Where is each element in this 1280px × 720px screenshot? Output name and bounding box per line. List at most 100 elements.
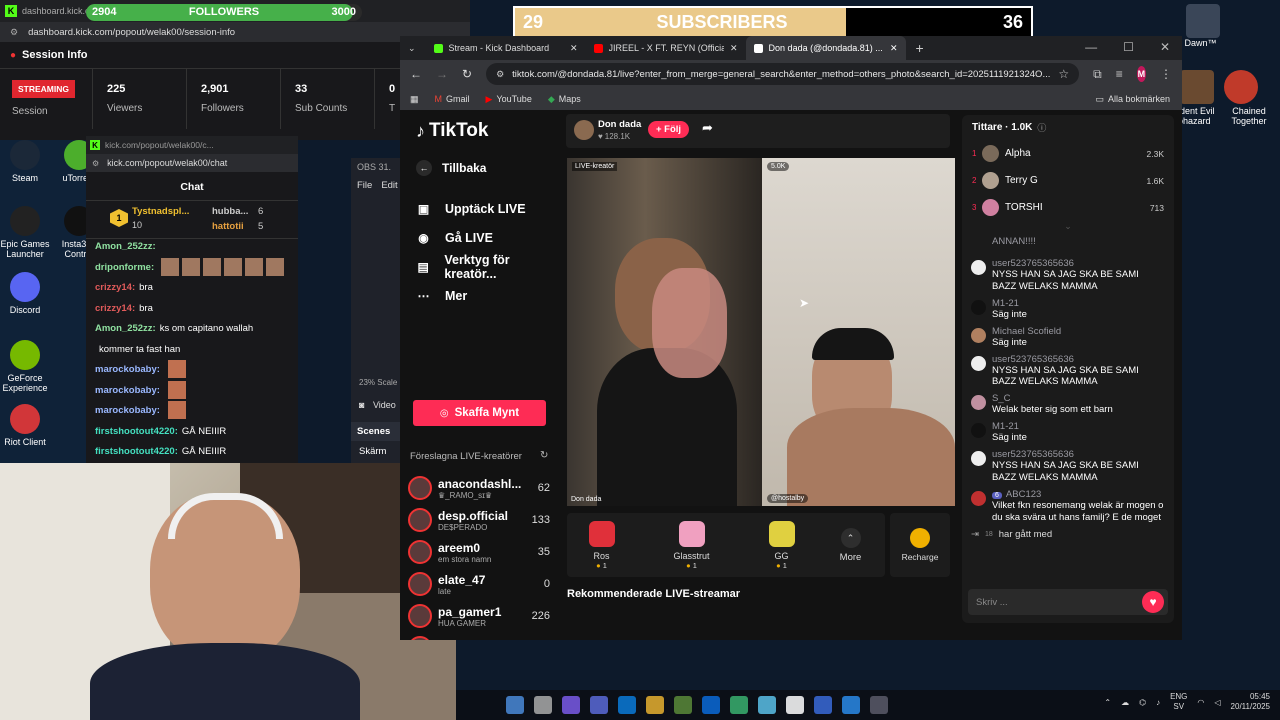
profile-avatar[interactable]: M: [1136, 66, 1146, 82]
commenter-avatar[interactable]: [971, 423, 986, 439]
back-icon[interactable]: ←: [410, 67, 422, 81]
taskbar-app-icon[interactable]: [870, 696, 888, 714]
comment-input[interactable]: Skriv ...: [976, 597, 1147, 608]
forward-icon[interactable]: →: [436, 67, 448, 81]
suggested-creator[interactable]: elate_47 late 0: [408, 568, 550, 600]
desktop-icon[interactable]: GeForce Experience: [0, 340, 58, 394]
gift-item[interactable]: Glasstrut ● 1: [662, 520, 722, 570]
chat-username[interactable]: marockobaby:: [95, 385, 160, 396]
gift-item[interactable]: GG ● 1: [752, 520, 812, 570]
chat-username[interactable]: firstshootout4220:: [95, 446, 178, 457]
recharge-button[interactable]: Recharge: [890, 513, 950, 577]
suggested-creator[interactable]: anacondashl... ♛_RAMO_sɪ♛ 62: [408, 472, 550, 504]
nav-item[interactable]: ▤ Verktyg för kreatör...: [416, 252, 560, 281]
browser-tab[interactable]: Stream - Kick Dashboard ✕: [426, 36, 586, 60]
chat-username[interactable]: driponforme:: [95, 262, 154, 273]
more-gifts-button[interactable]: ⌃ More: [821, 527, 881, 563]
commenter-name[interactable]: user523765365636: [992, 258, 1165, 269]
commenter-avatar[interactable]: [971, 260, 986, 275]
game-icon[interactable]: [1224, 70, 1258, 104]
chat-username[interactable]: crizzy14:: [95, 282, 135, 293]
commenter-avatar[interactable]: [971, 490, 986, 506]
suggested-creator[interactable]: areem0 em stora namn 35: [408, 536, 550, 568]
game-icon[interactable]: [1180, 70, 1214, 104]
media-icon[interactable]: ≡: [1116, 67, 1123, 81]
cloud-icon[interactable]: ☁: [1121, 698, 1129, 707]
obs-video[interactable]: Video: [373, 400, 396, 410]
commenter-avatar[interactable]: [971, 395, 986, 411]
get-coins-button[interactable]: ◎ Skaffa Mynt: [413, 400, 546, 426]
commenter-name[interactable]: M1-21: [992, 298, 1165, 309]
commenter-avatar[interactable]: [971, 299, 986, 315]
live-video[interactable]: LIVE-kreatör 5.0K Don dada @hostalby ➤: [567, 158, 955, 506]
top-viewer[interactable]: 2 Terry G 1.6K: [972, 167, 1164, 194]
bookmark-star-icon[interactable]: ☆: [1058, 67, 1069, 81]
taskbar-app-icon[interactable]: [590, 696, 608, 714]
taskbar-app-icon[interactable]: [814, 696, 832, 714]
top-viewer[interactable]: 1 Alpha 2.3K: [972, 140, 1164, 167]
top-viewer[interactable]: 3 TORSHI 713: [972, 194, 1164, 221]
commenter-name[interactable]: user523765365636: [992, 354, 1165, 365]
game-icon[interactable]: [1186, 4, 1220, 38]
commenter-name[interactable]: S_C: [992, 393, 1165, 404]
site-info-icon[interactable]: ⚙: [92, 159, 99, 168]
tiktok-logo[interactable]: TikTok: [429, 120, 488, 142]
back-link[interactable]: Tillbaka: [442, 161, 486, 175]
back-arrow-icon[interactable]: ←: [416, 160, 432, 176]
extensions-icon[interactable]: ⧉: [1093, 67, 1102, 82]
host-avatar[interactable]: [574, 120, 594, 140]
nav-item[interactable]: ⋯ Mer: [416, 281, 560, 310]
follow-button[interactable]: + Följ: [648, 121, 690, 138]
taskbar-app-icon[interactable]: [646, 696, 664, 714]
bookmark-gmail[interactable]: M Gmail: [435, 94, 470, 104]
host-name[interactable]: Don dada: [598, 119, 641, 130]
taskbar-app-icon[interactable]: [674, 696, 692, 714]
close-tab-icon[interactable]: ✕: [890, 43, 898, 54]
chat-username[interactable]: Amon_252zz:: [95, 241, 156, 252]
commenter-name[interactable]: M1-21: [992, 421, 1165, 432]
refresh-icon[interactable]: ↻: [540, 450, 548, 461]
browser-tab[interactable]: JIREEL - X FT. REYN (Official Vi... ✕: [586, 36, 746, 60]
commenter-name[interactable]: 6 ABC123: [992, 489, 1165, 500]
suggested-creator[interactable]: desp.official DE$PERADO 133: [408, 504, 550, 536]
minimize-icon[interactable]: —: [1085, 40, 1097, 54]
menu-file[interactable]: File: [357, 180, 372, 191]
taskbar-app-icon[interactable]: [730, 696, 748, 714]
bookmark-maps[interactable]: ◆ Maps: [548, 94, 581, 105]
menu-edit[interactable]: Edit: [381, 180, 397, 191]
chat-username[interactable]: firstshootout4220:: [95, 426, 178, 437]
chat-username[interactable]: Amon_252zz:: [95, 323, 156, 334]
clock-time[interactable]: 05:45: [1231, 692, 1270, 702]
leader-name[interactable]: hattotii: [212, 221, 244, 232]
nav-item[interactable]: ▣ Upptäck LIVE: [416, 194, 560, 223]
site-info-icon[interactable]: ⚙: [496, 69, 504, 80]
desktop-icon[interactable]: Riot Client: [0, 404, 58, 447]
commenter-name[interactable]: user523765365636: [992, 449, 1165, 460]
chat-username[interactable]: marockobaby:: [95, 405, 160, 416]
lang[interactable]: ENG: [1170, 692, 1187, 702]
commenter-avatar[interactable]: [971, 451, 986, 466]
commenter-avatar[interactable]: [971, 355, 986, 371]
gift-item[interactable]: Ros ● 1: [572, 520, 632, 570]
bookmark-youtube[interactable]: ▶ YouTube: [486, 94, 532, 105]
tab-search-icon[interactable]: ⌄: [408, 43, 416, 54]
taskbar-app-icon[interactable]: [702, 696, 720, 714]
nav-item[interactable]: ◉ Gå LIVE: [416, 223, 560, 252]
new-tab-icon[interactable]: +: [916, 40, 924, 56]
chevron-down-icon[interactable]: ⌄: [962, 221, 1174, 232]
taskbar-app-icon[interactable]: [618, 696, 636, 714]
site-info-icon[interactable]: ⚙: [10, 27, 18, 38]
suggested-creator[interactable]: pa_gamer1 HUA GAMER 226: [408, 600, 550, 632]
taskbar-app-icon[interactable]: [506, 696, 524, 714]
commenter-avatar[interactable]: [971, 327, 986, 343]
apps-icon[interactable]: ▦: [410, 94, 419, 105]
desktop-icon[interactable]: Discord: [0, 272, 58, 315]
taskbar-app-icon[interactable]: [562, 696, 580, 714]
leader-name[interactable]: hubba...: [212, 206, 248, 217]
close-icon[interactable]: ✕: [1160, 40, 1170, 54]
info-icon[interactable]: ⓘ: [1037, 121, 1046, 134]
share-icon[interactable]: ➦: [702, 120, 713, 136]
maximize-icon[interactable]: ☐: [1123, 40, 1134, 54]
chat-username[interactable]: marockobaby:: [95, 364, 160, 375]
browser-tab[interactable]: Don dada (@dondada.81) ... ✕: [745, 36, 906, 60]
